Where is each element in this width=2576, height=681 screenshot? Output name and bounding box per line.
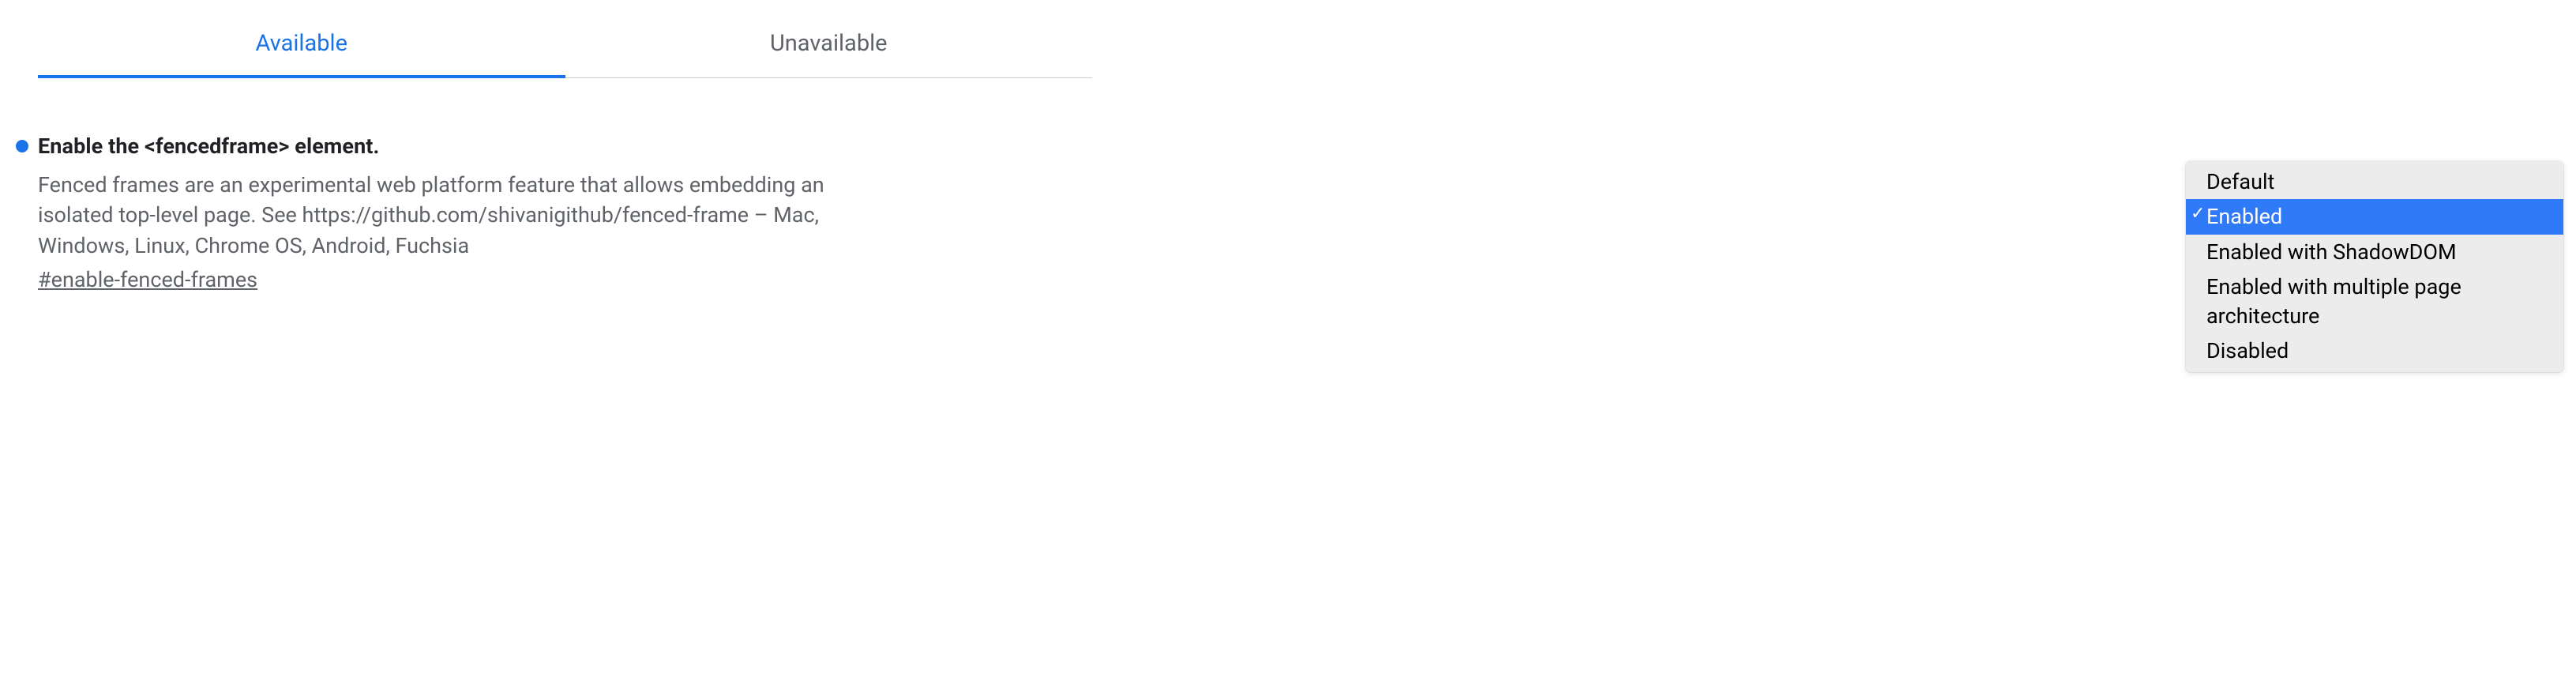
tab-unavailable[interactable]: Unavailable [565, 16, 1093, 77]
tab-available[interactable]: Available [38, 16, 565, 77]
tabs-bar: Available Unavailable [38, 16, 1092, 78]
flag-title: Enable the <fencedframe> element. [38, 134, 379, 159]
dropdown-option-enabled[interactable]: Enabled [2186, 199, 2563, 234]
dropdown-option-disabled[interactable]: Disabled [2186, 333, 2563, 368]
dropdown-option-enabled-mpa[interactable]: Enabled with multiple page architecture [2186, 269, 2563, 333]
flag-state-dropdown[interactable]: Default Enabled Enabled with ShadowDOM E… [2186, 161, 2563, 372]
modified-indicator-icon [16, 140, 28, 152]
dropdown-option-enabled-shadowdom[interactable]: Enabled with ShadowDOM [2186, 235, 2563, 269]
flag-content: Enable the <fencedframe> element. Fenced… [16, 134, 861, 292]
flags-page: Available Unavailable Enable the <fenced… [0, 16, 2576, 292]
flag-title-row: Enable the <fencedframe> element. [16, 134, 861, 159]
flag-hash-link[interactable]: #enable-fenced-frames [38, 267, 257, 292]
dropdown-option-default[interactable]: Default [2186, 164, 2563, 199]
flag-row: Enable the <fencedframe> element. Fenced… [0, 78, 2576, 292]
flag-description: Fenced frames are an experimental web pl… [38, 170, 861, 261]
